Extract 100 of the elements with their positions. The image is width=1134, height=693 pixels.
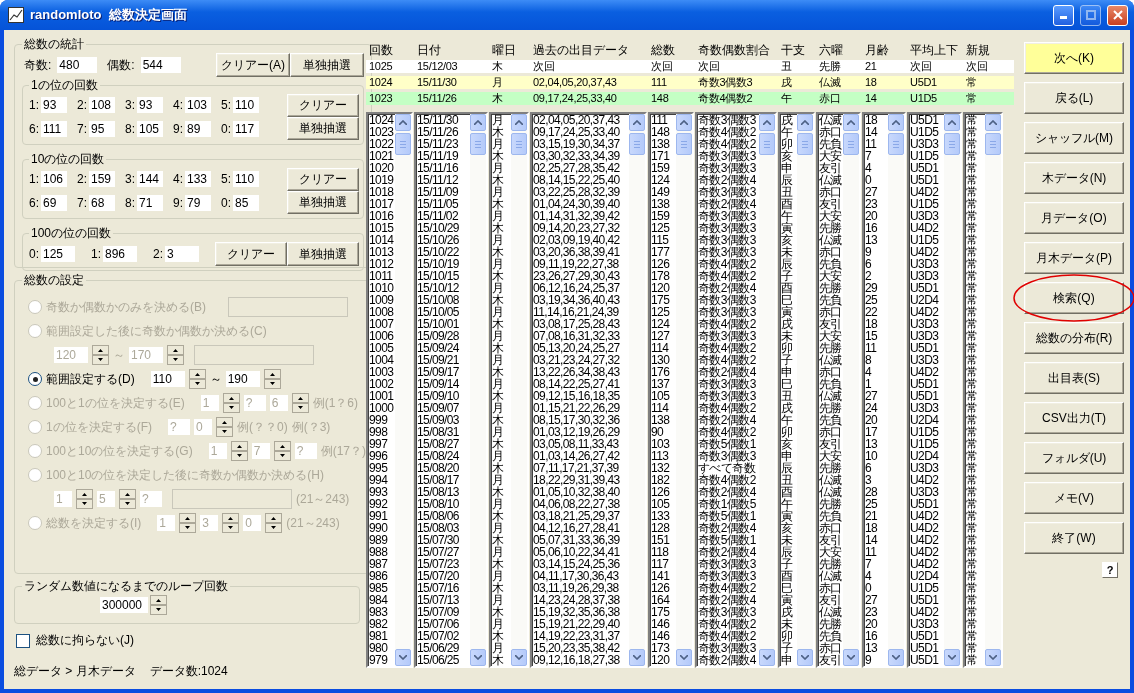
list-item[interactable]: 常 [966,534,985,546]
list-item[interactable]: 常 [966,114,985,126]
list-item[interactable]: 奇数5偶数1 [698,510,759,522]
list-item[interactable]: 993 [369,486,395,498]
list-item[interactable]: 亥 [781,234,797,246]
list-item[interactable]: 04,11,17,30,36,43 [533,570,629,582]
list-item[interactable]: 15/11/26 [417,126,470,138]
scroll-down-button[interactable] [759,649,775,666]
list-item[interactable]: 常 [966,282,985,294]
list-item[interactable]: U2D4 [910,294,944,306]
list-item[interactable]: 15/08/20 [417,462,470,474]
list-item[interactable]: 125 [651,222,676,234]
scroll-up-button[interactable] [797,114,813,131]
list-item[interactable]: 木 [492,150,511,162]
checkbox[interactable] [16,633,30,648]
list-item[interactable]: 15/11/09 [417,186,470,198]
list-item[interactable]: 寅 [781,306,797,318]
list-item[interactable]: 15/10/01 [417,318,470,330]
list-item[interactable]: 奇数3偶数3 [698,606,759,618]
list-item[interactable]: 132 [651,462,676,474]
list-item[interactable]: 奇数4偶数2 [698,474,759,486]
list-item[interactable]: 20 [865,210,888,222]
count-field[interactable]: 95 [89,121,115,137]
list-item[interactable]: 983 [369,606,395,618]
scroll-down-button[interactable] [511,649,527,666]
count-field[interactable]: 111 [41,121,67,137]
list-item[interactable]: 1013 [369,246,395,258]
list-item[interactable]: 木 [492,654,511,666]
scroll-up-button[interactable] [470,114,486,131]
list-item[interactable]: 14 [865,534,888,546]
list-item[interactable]: 酉 [781,486,797,498]
list-item[interactable]: 1002 [369,378,395,390]
count-field[interactable]: 105 [137,121,163,137]
list-item[interactable]: 14 [865,126,888,138]
list-item[interactable]: 1020 [369,162,395,174]
list-item[interactable]: 979 [369,654,395,666]
list-item[interactable]: U1D5 [910,198,944,210]
list-item[interactable]: 先負 [819,294,843,306]
list-item[interactable]: 151 [651,534,676,546]
spin-button[interactable] [150,595,167,615]
list-item[interactable]: 酉 [781,570,797,582]
list-item[interactable]: 奇数2偶数4 [698,366,759,378]
list-item[interactable]: 奇数3偶数3 [698,234,759,246]
list-item[interactable]: 奇数4偶数2 [698,270,759,282]
list-item[interactable]: 126 [651,582,676,594]
list-item[interactable]: 03,05,08,11,33,43 [533,438,629,450]
list-item[interactable]: 常 [966,546,985,558]
list-item[interactable]: 10 [865,450,888,462]
list-item[interactable]: 奇数4偶数2 [698,618,759,630]
list-item[interactable]: 木 [492,582,511,594]
nav-button[interactable]: 出目表(S) [1024,362,1124,394]
list-item[interactable]: 月 [492,330,511,342]
list-item[interactable]: 15/11/23 [417,138,470,150]
list-item[interactable]: 03,18,21,25,29,37 [533,510,629,522]
list-item[interactable]: 奇数3偶数3 [698,162,759,174]
list-item[interactable]: 15/07/27 [417,546,470,558]
count-field[interactable]: 89 [185,121,211,137]
scroll-thumb[interactable] [511,133,527,155]
list-item[interactable]: 15/08/31 [417,426,470,438]
list-item[interactable]: 常 [966,438,985,450]
list-box[interactable] [695,112,777,668]
list-item[interactable]: 01,15,21,22,26,29 [533,402,629,414]
count-field[interactable]: 159 [89,171,115,187]
list-item[interactable]: 15/10/15 [417,270,470,282]
list-item[interactable]: 15/07/20 [417,570,470,582]
list-item[interactable]: 仏滅 [819,486,843,498]
list-item[interactable]: 巳 [781,294,797,306]
list-item[interactable]: 15/07/06 [417,618,470,630]
list-item[interactable]: 15/09/14 [417,378,470,390]
list-item[interactable]: 0 [865,582,888,594]
list-item[interactable]: 01,03,14,26,27,42 [533,450,629,462]
list-item[interactable]: 15/07/30 [417,534,470,546]
list-item[interactable]: 15/08/03 [417,522,470,534]
list-item[interactable]: 15/06/29 [417,642,470,654]
list-item[interactable]: 子 [781,354,797,366]
list-item[interactable]: U3D3 [910,330,944,342]
list-item[interactable]: 月 [492,402,511,414]
list-item[interactable]: 15,19,32,35,36,38 [533,606,629,618]
count-field[interactable]: 133 [185,171,211,187]
list-item[interactable]: 常 [966,426,985,438]
list-item[interactable]: U4D2 [910,546,944,558]
nav-button[interactable]: シャッフル(M) [1024,122,1124,154]
list-item[interactable]: 大安 [819,330,843,342]
list-item[interactable]: 赤口 [819,306,843,318]
list-item[interactable]: 酉 [781,282,797,294]
list-item[interactable]: 06,12,16,24,25,37 [533,282,629,294]
list-item[interactable]: 戌 [781,318,797,330]
list-item[interactable]: 月 [492,234,511,246]
list-item[interactable]: 木 [492,534,511,546]
list-item[interactable]: U1D5 [910,582,944,594]
list-item[interactable]: 1017 [369,198,395,210]
list-item[interactable]: 未 [781,534,797,546]
list-item[interactable]: U4D2 [910,366,944,378]
list-item[interactable]: 988 [369,546,395,558]
list-item[interactable]: 15/10/29 [417,222,470,234]
list-item[interactable]: 奇数3偶数3 [698,570,759,582]
list-item[interactable]: 常 [966,414,985,426]
list-item[interactable]: 奇数1偶数5 [698,498,759,510]
list-item[interactable]: 未 [781,618,797,630]
list-item[interactable]: 1 [865,378,888,390]
